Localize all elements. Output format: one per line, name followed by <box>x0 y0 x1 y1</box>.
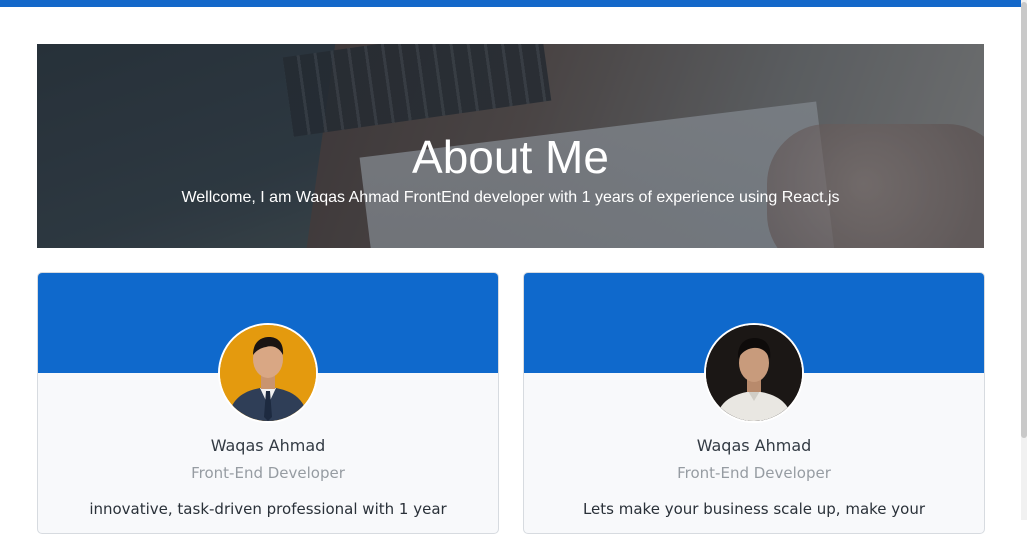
scrollbar-thumb[interactable] <box>1021 2 1027 438</box>
avatar-photo-icon <box>220 325 316 421</box>
card-description: innovative, task-driven professional wit… <box>89 500 447 518</box>
card-description: Lets make your business scale up, make y… <box>582 500 926 518</box>
card-name: Waqas Ahmad <box>210 436 326 455</box>
avatar <box>218 323 318 423</box>
top-accent-bar <box>0 0 1021 7</box>
card-role: Front-End Developer <box>191 464 345 482</box>
avatar <box>704 323 804 423</box>
page-scrollbar[interactable] <box>1021 0 1027 520</box>
about-hero-banner: About Me Wellcome, I am Waqas Ahmad Fron… <box>37 44 984 248</box>
profile-card-1: Waqas Ahmad Front-End Developer innovati… <box>37 272 499 534</box>
hero-subtitle: Wellcome, I am Waqas Ahmad FrontEnd deve… <box>181 189 840 206</box>
hero-title: About Me <box>412 131 609 183</box>
profile-card-2: Waqas Ahmad Front-End Developer Lets mak… <box>523 272 985 534</box>
avatar-photo-icon <box>706 325 802 421</box>
card-name: Waqas Ahmad <box>696 436 812 455</box>
card-role: Front-End Developer <box>677 464 831 482</box>
